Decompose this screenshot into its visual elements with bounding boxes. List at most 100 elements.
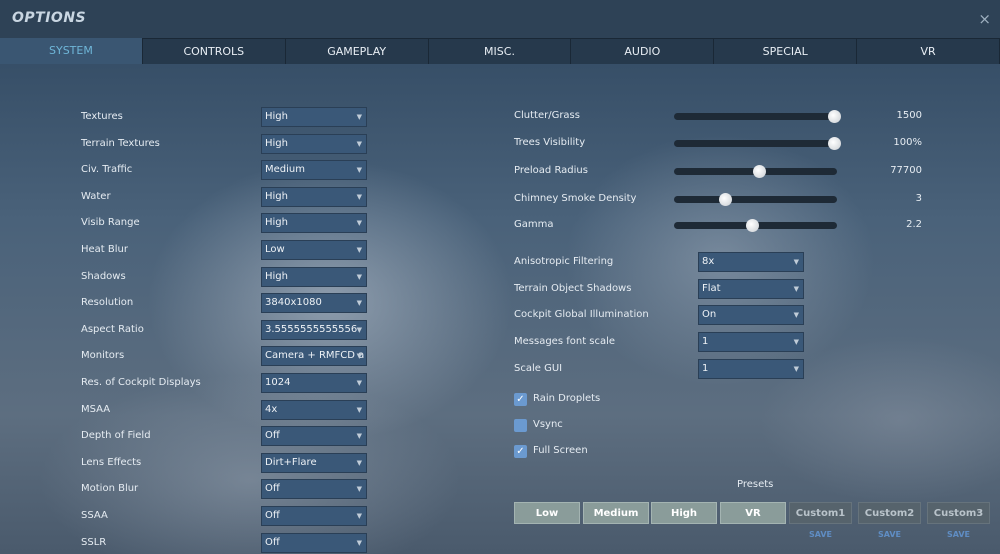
slider-label: Trees Visibility — [514, 137, 586, 148]
tab-system[interactable]: SYSTEM — [0, 38, 143, 64]
preset-custom1-button[interactable]: Custom1 — [789, 502, 852, 524]
setting-dropdown[interactable]: Camera + RMFCD a ▼ — [261, 346, 367, 367]
preset-medium-button[interactable]: Medium — [583, 502, 649, 524]
preset-low-button[interactable]: Low — [514, 502, 580, 524]
slider-track[interactable] — [674, 219, 837, 232]
tab-controls[interactable]: CONTROLS — [142, 38, 286, 64]
chevron-down-icon: ▼ — [356, 379, 362, 387]
save-custom3-button[interactable]: SAVE — [927, 530, 990, 539]
slider-track[interactable] — [674, 165, 837, 178]
setting-dropdown[interactable]: High ▼ — [261, 186, 367, 207]
setting-dropdown[interactable]: 8x ▼ — [698, 252, 804, 272]
title-bar: OPTIONS × — [0, 0, 1000, 38]
chevron-down-icon: ▼ — [356, 458, 362, 467]
chevron-down-icon: ▼ — [356, 113, 362, 121]
chevron-down-icon: ▼ — [356, 219, 362, 228]
slider-track[interactable] — [674, 137, 841, 150]
slider-track[interactable] — [674, 110, 841, 123]
setting-dropdown[interactable]: Off ▼ — [261, 506, 367, 526]
checkbox-label: Rain Droplets — [533, 393, 601, 404]
tab-audio[interactable]: AUDIO — [571, 38, 715, 64]
setting-dropdown[interactable]: Flat ▼ — [698, 278, 804, 299]
chevron-down-icon: ▼ — [356, 299, 362, 308]
slider-thumb[interactable] — [827, 110, 841, 123]
dropdown-value: On — [702, 309, 717, 321]
preset-custom3-button[interactable]: Custom3 — [927, 502, 990, 524]
checkbox[interactable]: ✓ — [514, 445, 527, 458]
setting-label: Shadows — [81, 270, 126, 282]
window-title: OPTIONS — [12, 10, 87, 26]
setting-dropdown[interactable]: Off ▼ — [261, 426, 367, 447]
setting-label: Visib Range — [81, 217, 140, 229]
dropdown-value: 3840x1080 — [265, 297, 322, 309]
setting-label: Heat Blur — [81, 244, 128, 255]
setting-dropdown[interactable]: High ▼ — [261, 266, 367, 287]
slider-thumb[interactable] — [746, 219, 760, 232]
slider-label: Clutter/Grass — [514, 110, 580, 121]
close-icon[interactable]: × — [978, 10, 991, 28]
save-custom2-button[interactable]: SAVE — [858, 530, 921, 539]
slider-value: 3 — [915, 193, 922, 204]
slider-track[interactable] — [674, 193, 837, 206]
tab-special[interactable]: SPECIAL — [714, 38, 858, 64]
save-custom1-button[interactable]: SAVE — [789, 530, 852, 539]
setting-label: Monitors — [81, 350, 125, 362]
setting-dropdown[interactable]: 1 ▼ — [698, 358, 804, 379]
setting-dropdown[interactable]: High ▼ — [261, 213, 367, 234]
chevron-down-icon: ▼ — [356, 432, 362, 441]
preset-custom2-button[interactable]: Custom2 — [858, 502, 921, 524]
tab-vr[interactable]: VR — [857, 38, 1000, 64]
setting-dropdown[interactable]: 1024 ▼ — [261, 373, 367, 393]
setting-dropdown[interactable]: Off ▼ — [261, 479, 367, 500]
chevron-down-icon: ▼ — [793, 364, 799, 373]
chevron-down-icon: ▼ — [356, 192, 362, 201]
dropdown-value: High — [265, 217, 288, 229]
chevron-down-icon: ▼ — [793, 284, 799, 293]
setting-label: Scale GUI — [514, 362, 563, 374]
slider-thumb[interactable] — [827, 137, 841, 150]
chevron-down-icon: ▼ — [356, 538, 362, 547]
tab-gameplay[interactable]: GAMEPLAY — [285, 38, 429, 64]
setting-dropdown[interactable]: 4x ▼ — [261, 399, 367, 420]
chevron-down-icon: ▼ — [356, 352, 362, 361]
preset-high-button[interactable]: High — [651, 502, 717, 524]
setting-dropdown[interactable]: 1 ▼ — [698, 332, 804, 353]
dropdown-value: Off — [265, 536, 280, 548]
presets-title: Presets — [737, 479, 774, 490]
setting-dropdown[interactable]: Medium ▼ — [261, 160, 367, 181]
dropdown-value: 3.5555555555556 — [265, 323, 358, 335]
chevron-down-icon: ▼ — [356, 405, 362, 414]
checkbox[interactable]: ✓ — [514, 393, 527, 406]
slider-value: 100% — [893, 137, 922, 148]
dropdown-value: Medium — [265, 164, 305, 176]
dropdown-value: High — [265, 137, 288, 149]
setting-dropdown[interactable]: High ▼ — [261, 107, 367, 127]
dropdown-value: Camera + RMFCD a — [265, 350, 365, 362]
setting-dropdown[interactable]: High ▼ — [261, 133, 367, 154]
setting-label: Depth of Field — [81, 430, 151, 442]
setting-label: Terrain Object Shadows — [514, 282, 632, 294]
slider-thumb[interactable] — [718, 193, 732, 206]
dropdown-value: Off — [265, 483, 280, 495]
setting-label: Anisotropic Filtering — [514, 256, 614, 267]
checkbox[interactable] — [514, 419, 527, 432]
setting-label: Messages font scale — [514, 336, 616, 348]
setting-dropdown[interactable]: Low ▼ — [261, 240, 367, 260]
slider-thumb[interactable] — [752, 165, 766, 178]
slider-label: Preload Radius — [514, 165, 588, 176]
tab-misc[interactable]: MISC. — [428, 38, 572, 64]
chevron-down-icon: ▼ — [793, 311, 799, 320]
checkbox-label: Vsync — [533, 419, 563, 430]
setting-dropdown[interactable]: 3840x1080 ▼ — [261, 293, 367, 314]
chevron-down-icon: ▼ — [793, 338, 799, 347]
setting-dropdown[interactable]: Dirt+Flare ▼ — [261, 452, 367, 473]
dropdown-value: 1 — [702, 362, 709, 374]
setting-dropdown[interactable]: Off ▼ — [261, 532, 367, 553]
setting-dropdown[interactable]: On ▼ — [698, 305, 804, 326]
setting-dropdown[interactable]: 3.5555555555556 ▼ — [261, 319, 367, 340]
chevron-down-icon: ▼ — [356, 485, 362, 494]
slider-label: Gamma — [514, 219, 554, 230]
dropdown-value: High — [265, 190, 288, 202]
preset-vr-button[interactable]: VR — [720, 502, 786, 524]
chevron-down-icon: ▼ — [356, 512, 362, 520]
